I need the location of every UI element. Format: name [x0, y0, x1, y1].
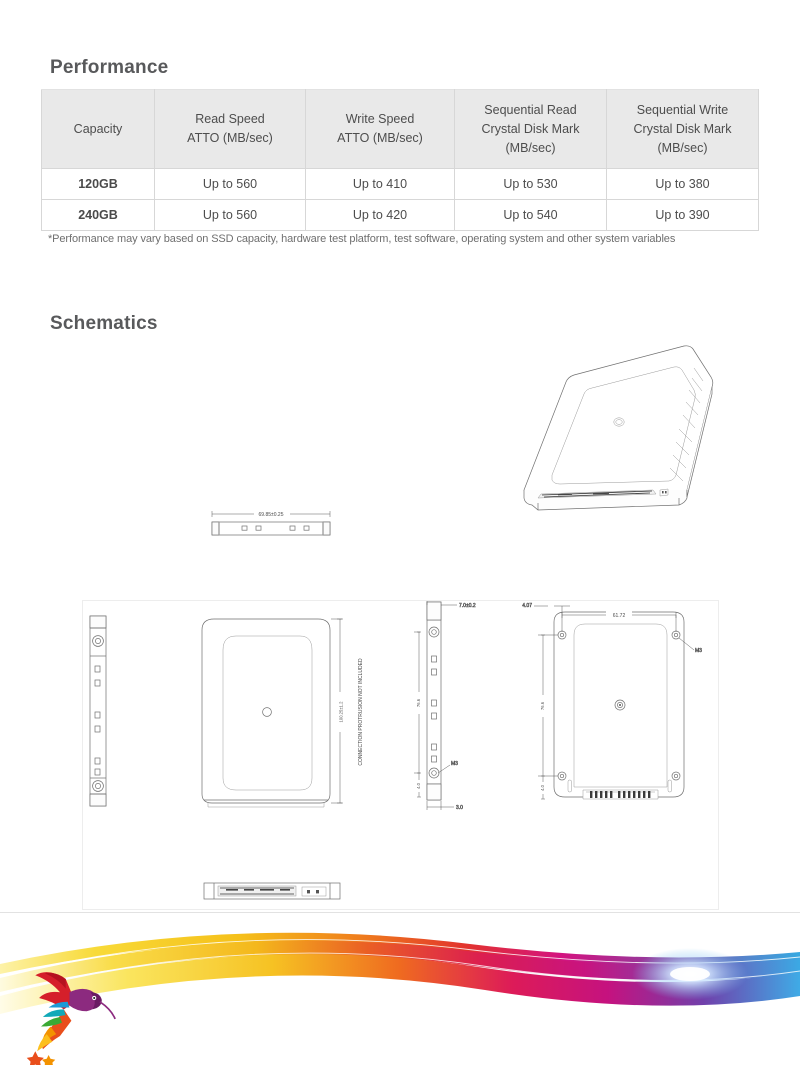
cell-seq-write: Up to 390: [606, 199, 759, 231]
header-line: Sequential Write: [636, 102, 729, 117]
header-line: (MB/sec): [505, 140, 556, 155]
label-side-screw: M3: [451, 761, 458, 767]
header-line: Crystal Disk Mark: [633, 121, 732, 136]
ssd-left-side-view: [76, 608, 128, 813]
column-header-capacity: Capacity: [41, 89, 155, 169]
ssd-isometric-drawing: [498, 338, 730, 528]
header-line: Write Speed: [345, 112, 415, 126]
cell-seq-read: Up to 530: [454, 168, 607, 200]
dim-side-bottom: 3.0: [456, 805, 463, 811]
header-line: Crystal Disk Mark: [481, 121, 580, 136]
ssd-front-view: 100.25±1.2 CONNECTION PROTRUSION NOT INC…: [190, 604, 382, 816]
cell-write-atto: Up to 410: [305, 168, 455, 200]
column-header-sequential-read: Sequential Read Crystal Disk Mark (MB/se…: [454, 89, 607, 169]
header-line: Sequential Read: [484, 102, 577, 117]
dim-side-offset: 4.0: [416, 782, 421, 788]
performance-heading: Performance: [50, 57, 169, 78]
table-header-row: Capacity Read Speed ATTO (MB/sec) Write …: [41, 89, 759, 169]
performance-footnote: *Performance may vary based on SSD capac…: [48, 233, 676, 245]
table-row: 120GB Up to 560 Up to 410 Up to 530 Up t…: [41, 168, 759, 200]
dim-side-thickness: 7.0±0.2: [459, 603, 476, 609]
cell-read-atto: Up to 560: [154, 168, 306, 200]
note-connection-protrusion: CONNECTION PROTRUSION NOT INCLUDED: [358, 658, 364, 766]
dim-back-hole-span: 61.72: [613, 613, 626, 619]
dim-front-height: 100.25±1.2: [339, 701, 344, 723]
ssd-back-view: 4.07 61.72 76.6 4.0 M3: [518, 592, 733, 820]
footer-divider: [0, 912, 800, 913]
header-line: (MB/sec): [657, 140, 708, 155]
ssd-connector-view: [196, 877, 348, 907]
header-line: ATTO (MB/sec): [187, 131, 273, 145]
dim-back-left-offset: 4.07: [522, 603, 532, 609]
cell-read-atto: Up to 560: [154, 199, 306, 231]
dim-top-width: 69.85±0.25: [259, 512, 284, 518]
column-header-sequential-write: Sequential Write Crystal Disk Mark (MB/s…: [606, 89, 759, 169]
dim-side-height: 76.6: [416, 698, 421, 707]
column-header-write-speed: Write Speed ATTO (MB/sec): [305, 89, 455, 169]
column-header-read-speed: Read Speed ATTO (MB/sec): [154, 89, 306, 169]
header-line: Read Speed: [195, 112, 265, 126]
label-back-screw: M3: [695, 648, 702, 654]
performance-table: Capacity Read Speed ATTO (MB/sec) Write …: [41, 89, 759, 231]
schematics-heading: Schematics: [50, 313, 158, 334]
table-row: 240GB Up to 560 Up to 420 Up to 540 Up t…: [41, 199, 759, 231]
product-spec-page: Performance Capacity Read Speed ATTO (MB…: [0, 0, 800, 1065]
header-line: Capacity: [73, 121, 123, 136]
cell-seq-read: Up to 540: [454, 199, 607, 231]
ssd-right-side-view: 7.0±0.2 76.6 4.0 M3 3.0: [414, 592, 498, 820]
cell-capacity: 240GB: [41, 199, 155, 231]
rainbow-ribbon-graphic: [0, 932, 800, 1065]
dim-back-height: 76.6: [540, 701, 545, 710]
page-footer: ADATA ® Love·Life·Dreams www.adata.com: [0, 912, 800, 1065]
ssd-top-edge-view: 69.85±0.25: [196, 503, 346, 549]
cell-seq-write: Up to 380: [606, 168, 759, 200]
dim-back-bottom-offset: 4.0: [540, 784, 545, 790]
header-line: ATTO (MB/sec): [337, 131, 423, 145]
cell-capacity: 120GB: [41, 168, 155, 200]
cell-write-atto: Up to 420: [305, 199, 455, 231]
